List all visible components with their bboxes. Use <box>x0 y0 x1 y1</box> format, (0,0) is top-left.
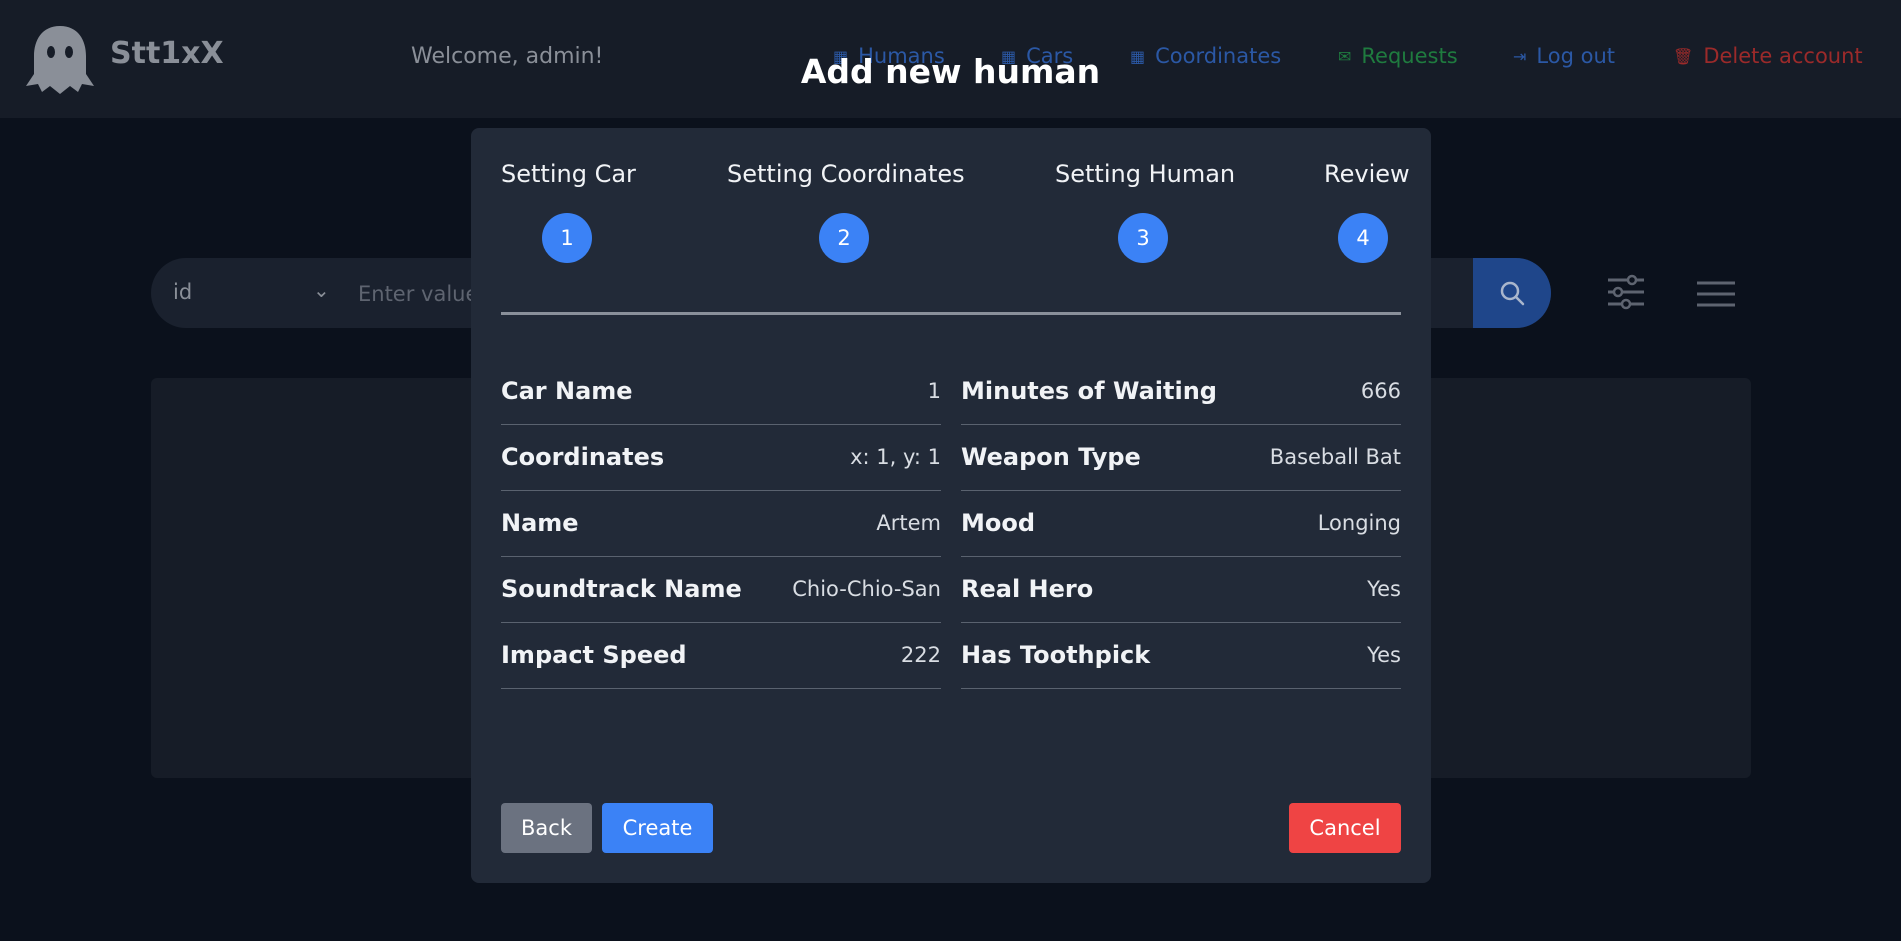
review-label: Real Hero <box>961 575 1094 603</box>
review-row-real-hero: Real Hero Yes <box>961 556 1401 623</box>
step-label-coordinates: Setting Coordinates <box>727 160 965 188</box>
review-value: Yes <box>1367 577 1401 601</box>
review-label: Minutes of Waiting <box>961 377 1217 405</box>
chevron-down-icon[interactable]: ⌄ <box>313 278 330 302</box>
add-human-modal: Setting Car Setting Coordinates Setting … <box>471 128 1431 883</box>
review-value: Yes <box>1367 643 1401 667</box>
review-value: 222 <box>900 643 941 667</box>
review-label: Impact Speed <box>501 641 687 669</box>
review-label: Coordinates <box>501 443 665 471</box>
review-row-impact-speed: Impact Speed 222 <box>501 622 941 689</box>
review-row-minutes-of-waiting: Minutes of Waiting 666 <box>961 358 1401 425</box>
create-button[interactable]: Create <box>602 803 713 853</box>
step-circle-3[interactable]: 3 <box>1118 213 1168 263</box>
step-circle-2[interactable]: 2 <box>819 213 869 263</box>
review-value: 1 <box>927 379 941 403</box>
stepper-progress-line <box>501 312 1401 315</box>
review-row-name: Name Artem <box>501 490 941 557</box>
review-row-car-name: Car Name 1 <box>501 358 941 425</box>
review-label: Name <box>501 509 579 537</box>
step-label-human: Setting Human <box>1055 160 1236 188</box>
review-value: Baseball Bat <box>1269 445 1401 469</box>
step-circle-4[interactable]: 4 <box>1338 213 1388 263</box>
step-label-review: Review <box>1324 160 1410 188</box>
step-label-car: Setting Car <box>501 160 636 188</box>
search-icon <box>1500 281 1525 306</box>
review-value: Artem <box>876 511 941 535</box>
review-label: Mood <box>961 509 1036 537</box>
search-field-select[interactable]: id <box>173 280 192 304</box>
modal-title: Add new human <box>800 52 1101 91</box>
review-label: Car Name <box>501 377 633 405</box>
review-label: Has Toothpick <box>961 641 1151 669</box>
review-row-weapon-type: Weapon Type Baseball Bat <box>961 424 1401 491</box>
review-row-soundtrack-name: Soundtrack Name Chio-Chio-San <box>501 556 941 623</box>
review-value: x: 1, y: 1 <box>850 445 941 469</box>
review-value: Longing <box>1317 511 1401 535</box>
review-label: Weapon Type <box>961 443 1141 471</box>
review-row-has-toothpick: Has Toothpick Yes <box>961 622 1401 689</box>
step-circle-1[interactable]: 1 <box>542 213 592 263</box>
review-row-coordinates: Coordinates x: 1, y: 1 <box>501 424 941 491</box>
review-value: Chio-Chio-San <box>792 577 941 601</box>
review-row-mood: Mood Longing <box>961 490 1401 557</box>
search-button[interactable] <box>1473 258 1551 328</box>
review-value: 666 <box>1360 379 1401 403</box>
back-button[interactable]: Back <box>501 803 592 853</box>
cancel-button[interactable]: Cancel <box>1289 803 1401 853</box>
review-label: Soundtrack Name <box>501 575 742 603</box>
filter-sliders-icon[interactable] <box>1606 274 1646 310</box>
hamburger-menu-icon[interactable] <box>1697 280 1735 308</box>
